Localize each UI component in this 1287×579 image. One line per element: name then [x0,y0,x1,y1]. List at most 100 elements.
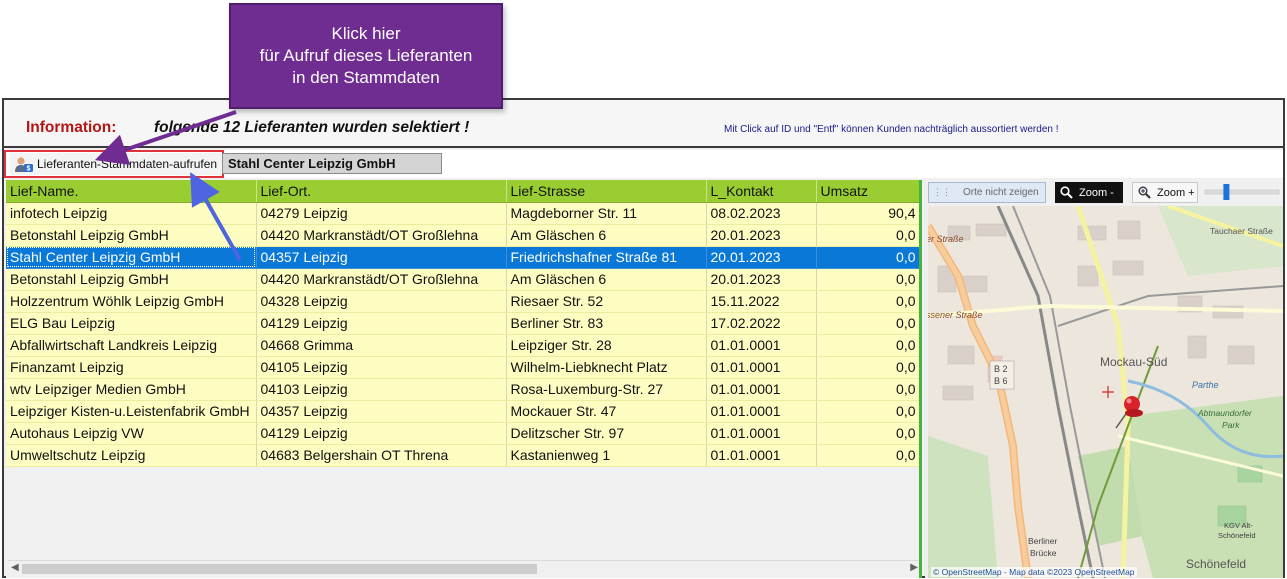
cell-kontakt[interactable]: 01.01.0001 [706,334,817,357]
cell-name[interactable]: Finanzamt Leipzig [6,356,257,379]
cell-strasse[interactable]: Am Gläschen 6 [506,224,707,247]
zoom-slider[interactable] [1203,182,1281,203]
scroll-left-icon[interactable]: ◀ [11,562,19,573]
table-row[interactable]: Leipziger Kisten-u.Leistenfabrik GmbH 04… [6,400,919,423]
info-label: Information: [26,119,117,136]
supplier-grid[interactable]: Lief-Name. Lief-Ort. Lief-Strasse L_Kont… [6,180,922,578]
cell-strasse[interactable]: Am Gläschen 6 [506,268,707,291]
table-row[interactable]: Autohaus Leipzig VW 04129 Leipzig Delitz… [6,422,919,445]
cell-ort[interactable]: 04279 Leipzig [256,202,507,225]
help-callout: Klick hier für Aufruf dieses Lieferanten… [229,3,503,109]
zoom-out-button[interactable]: Zoom - [1055,182,1123,203]
cell-ort[interactable]: 04129 Leipzig [256,422,507,445]
table-row[interactable]: Betonstahl Leipzig GmbH 04420 Markranstä… [6,224,919,247]
column-header-ort[interactable]: Lief-Ort. [256,180,507,203]
cell-strasse[interactable]: Rosa-Luxemburg-Str. 27 [506,378,707,401]
open-supplier-master-button[interactable]: $ Lieferanten-Stammdaten-aufrufen [10,153,222,175]
cell-umsatz[interactable]: 0,0 [816,422,919,445]
cell-kontakt[interactable]: 20.01.2023 [706,224,817,247]
cell-name[interactable]: ELG Bau Leipzig [6,312,257,335]
cell-umsatz[interactable]: 0,0 [816,356,919,379]
cell-strasse[interactable]: Friedrichshafner Straße 81 [506,246,707,269]
table-row[interactable]: infotech Leipzig 04279 Leipzig Magdeborn… [6,202,919,225]
cell-strasse[interactable]: Kastanienweg 1 [506,444,707,467]
table-row[interactable]: Betonstahl Leipzig GmbH 04420 Markranstä… [6,268,919,291]
cell-kontakt[interactable]: 08.02.2023 [706,202,817,225]
cell-umsatz[interactable]: 0,0 [816,400,919,423]
cell-ort[interactable]: 04103 Leipzig [256,378,507,401]
cell-strasse[interactable]: Mockauer Str. 47 [506,400,707,423]
cell-umsatz[interactable]: 0,0 [816,290,919,313]
cell-name[interactable]: Betonstahl Leipzig GmbH [6,224,257,247]
selected-supplier-field: Stahl Center Leipzig GmbH [222,153,442,174]
cell-kontakt[interactable]: 01.01.0001 [706,422,817,445]
column-header-name[interactable]: Lief-Name. [6,180,257,203]
cell-strasse[interactable]: Riesaer Str. 52 [506,290,707,313]
table-row[interactable]: Umweltschutz Leipzig 04683 Belgershain O… [6,444,919,467]
magnifier-icon [1060,186,1073,199]
cell-name[interactable]: Leipziger Kisten-u.Leistenfabrik GmbH [6,400,257,423]
selection-message: folgende 12 Lieferanten wurden selektier… [154,119,470,136]
cell-name[interactable]: Stahl Center Leipzig GmbH [6,246,257,269]
map-view[interactable]: er Straße ssener Straße Tauchaer Straße … [928,206,1283,578]
map-label-abtnaundorfer: Abtnaundorfer [1197,408,1253,418]
horizontal-scrollbar[interactable]: ◀ ▶ [8,560,919,576]
column-header-kontakt[interactable]: L_Kontakt [706,180,817,203]
table-row[interactable]: Abfallwirtschaft Landkreis Leipzig 04668… [6,334,919,357]
table-row[interactable]: wtv Leipziger Medien GmbH 04103 Leipzig … [6,378,919,401]
cell-strasse[interactable]: Delitzscher Str. 97 [506,422,707,445]
column-header-umsatz[interactable]: Umsatz [816,180,919,203]
cell-strasse[interactable]: Leipziger Str. 28 [506,334,707,357]
cell-umsatz[interactable]: 0,0 [816,334,919,357]
scroll-right-icon[interactable]: ▶ [910,562,918,573]
map-label-strasse1: er Straße [928,234,964,244]
table-row[interactable]: Holzzentrum Wöhlk Leipzig GmbH 04328 Lei… [6,290,919,313]
cell-name[interactable]: infotech Leipzig [6,202,257,225]
cell-umsatz[interactable]: 0,0 [816,444,919,467]
table-row[interactable]: ELG Bau Leipzig 04129 Leipzig Berliner S… [6,312,919,335]
cell-umsatz[interactable]: 0,0 [816,378,919,401]
scroll-thumb[interactable] [22,564,537,574]
cell-ort[interactable]: 04668 Grimma [256,334,507,357]
cell-ort[interactable]: 04420 Markranstädt/OT Großlehna [256,268,507,291]
cell-umsatz[interactable]: 0,0 [816,312,919,335]
cell-strasse[interactable]: Magdeborner Str. 11 [506,202,707,225]
cell-kontakt[interactable]: 01.01.0001 [706,356,817,379]
cell-name[interactable]: Betonstahl Leipzig GmbH [6,268,257,291]
column-header-strasse[interactable]: Lief-Strasse [506,180,707,203]
cell-name[interactable]: Umweltschutz Leipzig [6,444,257,467]
cell-kontakt[interactable]: 01.01.0001 [706,378,817,401]
cell-ort[interactable]: 04328 Leipzig [256,290,507,313]
cell-ort[interactable]: 04129 Leipzig [256,312,507,335]
cell-umsatz[interactable]: 0,0 [816,268,919,291]
cell-umsatz[interactable]: 0,0 [816,246,919,269]
cell-name[interactable]: Autohaus Leipzig VW [6,422,257,445]
cell-kontakt[interactable]: 01.01.0001 [706,400,817,423]
cell-umsatz[interactable]: 0,0 [816,224,919,247]
cell-umsatz[interactable]: 90,4 [816,202,919,225]
map-label-parthe: Parthe [1192,380,1219,390]
table-row[interactable]: Finanzamt Leipzig 04105 Leipzig Wilhelm-… [6,356,919,379]
map-label-mockau: Mockau-Süd [1100,355,1167,369]
cell-kontakt[interactable]: 01.01.0001 [706,444,817,467]
map-label-strasse2: ssener Straße [928,310,983,320]
cell-ort[interactable]: 04105 Leipzig [256,356,507,379]
cell-kontakt[interactable]: 20.01.2023 [706,268,817,291]
table-row-selected[interactable]: Stahl Center Leipzig GmbH 04357 Leipzig … [6,246,919,269]
cell-ort[interactable]: 04357 Leipzig [256,400,507,423]
map-label-kgv: KGV Alt- [1224,521,1253,530]
cell-strasse[interactable]: Wilhelm-Liebknecht Platz [506,356,707,379]
cell-kontakt[interactable]: 17.02.2022 [706,312,817,335]
hide-places-button[interactable]: ⋮⋮ Orte nicht zeigen [928,182,1046,203]
cell-ort[interactable]: 04420 Markranstädt/OT Großlehna [256,224,507,247]
cell-name[interactable]: Abfallwirtschaft Landkreis Leipzig [6,334,257,357]
cell-kontakt[interactable]: 15.11.2022 [706,290,817,313]
zoom-in-button[interactable]: Zoom + [1132,182,1198,203]
cell-name[interactable]: Holzzentrum Wöhlk Leipzig GmbH [6,290,257,313]
cell-name[interactable]: wtv Leipziger Medien GmbH [6,378,257,401]
cell-ort[interactable]: 04357 Leipzig [256,246,507,269]
cell-kontakt[interactable]: 20.01.2023 [706,246,817,269]
zoom-slider-track [1204,189,1280,195]
cell-ort[interactable]: 04683 Belgershain OT Threna [256,444,507,467]
cell-strasse[interactable]: Berliner Str. 83 [506,312,707,335]
